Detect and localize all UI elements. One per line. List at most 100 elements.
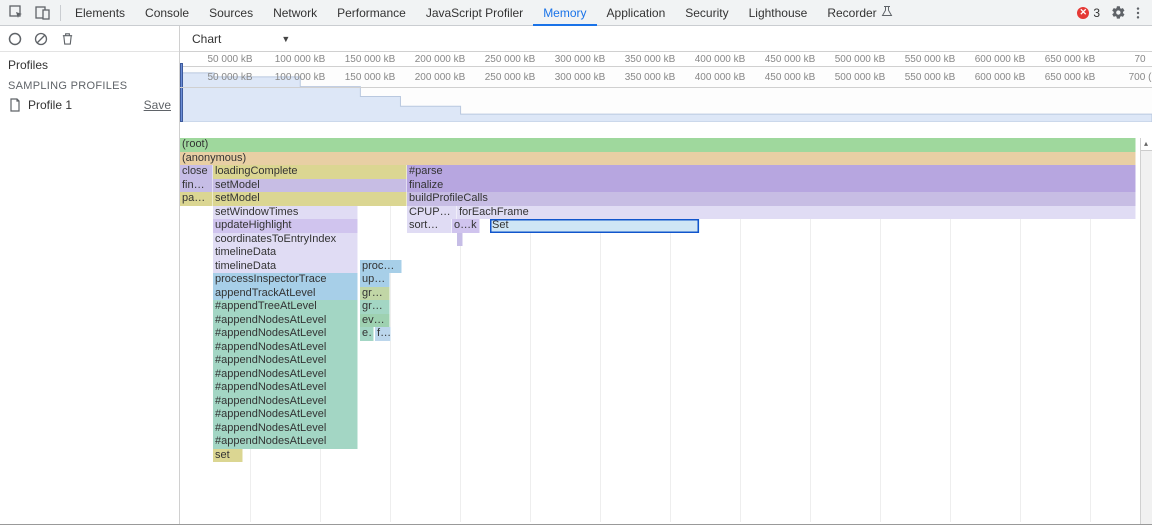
flame-frame[interactable]: #appendNodesAtLevel [213,381,358,395]
flame-frame[interactable]: #appendNodesAtLevel [213,327,358,341]
sidebar-section: SAMPLING PROFILES [0,74,179,94]
flame-frame[interactable]: o…k [452,219,480,233]
flame-frame[interactable]: timelineData [213,260,358,274]
flame-frame[interactable]: fin…ce [180,179,213,193]
device-toggle-icon[interactable] [32,2,54,24]
ruler-tick: 250 000 kB [485,72,536,83]
view-select[interactable]: Chart ▼ [186,30,296,48]
flame-frame[interactable]: gro…ts [360,287,390,301]
tab-recorder[interactable]: Recorder [817,0,902,26]
tab-memory[interactable]: Memory [533,0,596,26]
record-icon[interactable] [4,28,26,50]
ruler-tick: 500 000 kB [835,54,886,65]
tab-sources[interactable]: Sources [199,0,263,26]
flame-frame[interactable]: f…r [375,327,391,341]
inspect-icon[interactable] [6,2,28,24]
ruler-tick: 650 000 kB [1045,54,1096,65]
overview-ruler-bottom: 50 000 kB100 000 kB150 000 kB200 000 kB2… [180,70,1152,88]
ruler-tick: 200 000 kB [415,54,466,65]
tab-list: ElementsConsoleSourcesNetworkPerformance… [65,0,903,26]
flame-frame[interactable]: #appendNodesAtLevel [213,354,358,368]
profiles-sidebar: Profiles SAMPLING PROFILES Profile 1 Sav… [0,26,180,524]
flame-frame[interactable]: #parse [407,165,1136,179]
flame-frame[interactable]: finalize [407,179,1136,193]
error-count: 3 [1093,6,1100,20]
settings-icon[interactable] [1108,3,1128,23]
document-icon [8,98,22,112]
flame-chart[interactable]: (root)(anonymous)closeloadingComplete#pa… [180,138,1152,524]
flame-frame[interactable]: #appendNodesAtLevel [213,395,358,409]
flame-frame[interactable]: up…up [360,273,390,287]
flame-frame[interactable]: coordinatesToEntryIndex [213,233,358,247]
ruler-tick: 50 000 kB [207,54,252,65]
flame-frame[interactable] [457,233,463,247]
flame-frame[interactable]: (root) [180,138,1136,152]
flame-scrollbar[interactable] [1140,138,1152,524]
tab-security[interactable]: Security [675,0,738,26]
tab-javascript-profiler[interactable]: JavaScript Profiler [416,0,533,26]
flame-frame[interactable]: pa…at [180,192,213,206]
scroll-up-icon[interactable]: ▴ [1140,138,1152,150]
ruler-tick: 300 000 kB [555,54,606,65]
tab-lighthouse[interactable]: Lighthouse [739,0,818,26]
flame-frame[interactable]: gr…ew [360,300,390,314]
devtools-tabbar: ElementsConsoleSourcesNetworkPerformance… [0,0,1152,26]
ruler-tick: 200 000 kB [415,72,466,83]
tab-elements[interactable]: Elements [65,0,135,26]
more-icon[interactable] [1128,3,1148,23]
ruler-tick: 350 000 kB [625,54,676,65]
flame-frame[interactable]: #appendNodesAtLevel [213,435,358,449]
flame-frame[interactable]: appendTrackAtLevel [213,287,358,301]
flame-frame[interactable]: buildProfileCalls [407,192,1136,206]
tab-network[interactable]: Network [263,0,327,26]
tab-console[interactable]: Console [135,0,199,26]
profile-name: Profile 1 [28,98,72,112]
overview-chart[interactable]: 50 000 kB100 000 kB150 000 kB200 000 kB2… [180,52,1152,138]
flame-frame[interactable]: setModel [213,179,407,193]
clear-icon[interactable] [30,28,52,50]
ruler-tick: 600 000 kB [975,54,1026,65]
flame-frame[interactable]: #appendNodesAtLevel [213,341,358,355]
ruler-tick: 70 [1134,54,1145,65]
flame-frame[interactable]: ev…ew [360,314,390,328]
ruler-tick: 650 000 kB [1045,72,1096,83]
error-badge[interactable]: ✕ 3 [1077,6,1100,20]
tab-performance[interactable]: Performance [327,0,416,26]
ruler-tick: 400 000 kB [695,72,746,83]
ruler-tick: 350 000 kB [625,72,676,83]
sidebar-title: Profiles [0,52,179,74]
flame-frame[interactable]: processInspectorTrace [213,273,358,287]
flame-frame[interactable]: #appendNodesAtLevel [213,422,358,436]
tab-application[interactable]: Application [597,0,676,26]
ruler-tick: 250 000 kB [485,54,536,65]
flame-frame[interactable]: timelineData [213,246,358,260]
save-link[interactable]: Save [144,98,171,112]
ruler-tick: 550 000 kB [905,72,956,83]
flame-frame[interactable]: #appendNodesAtLevel [213,408,358,422]
flame-frame[interactable]: sort…ples [407,219,452,233]
flame-frame[interactable]: forEachFrame [457,206,1136,220]
flame-frame[interactable]: setWindowTimes [213,206,358,220]
ruler-tick: 400 000 kB [695,54,746,65]
ruler-tick: 50 000 kB [207,72,252,83]
error-icon: ✕ [1077,7,1089,19]
flame-frame[interactable]: Set [490,219,700,233]
flame-frame[interactable]: proc…ata [360,260,402,274]
flame-frame[interactable]: #appendNodesAtLevel [213,314,358,328]
profile-item[interactable]: Profile 1 Save [0,94,179,116]
flame-frame[interactable]: loadingComplete [213,165,407,179]
recorder-beta-icon [881,5,893,20]
flame-frame[interactable]: set [213,449,243,463]
flame-frame[interactable]: setModel [213,192,407,206]
ruler-tick: 300 000 kB [555,72,606,83]
ruler-tick: 700 ( [1129,72,1152,83]
memory-toolbar: Chart ▼ [180,26,1152,52]
flame-frame[interactable]: #appendNodesAtLevel [213,368,358,382]
delete-icon[interactable] [56,28,78,50]
flame-frame[interactable]: CPUP…del [407,206,457,220]
flame-frame[interactable]: e… [360,327,374,341]
flame-frame[interactable]: #appendTreeAtLevel [213,300,358,314]
flame-frame[interactable]: (anonymous) [180,152,1136,166]
flame-frame[interactable]: updateHighlight [213,219,358,233]
flame-frame[interactable]: close [180,165,213,179]
